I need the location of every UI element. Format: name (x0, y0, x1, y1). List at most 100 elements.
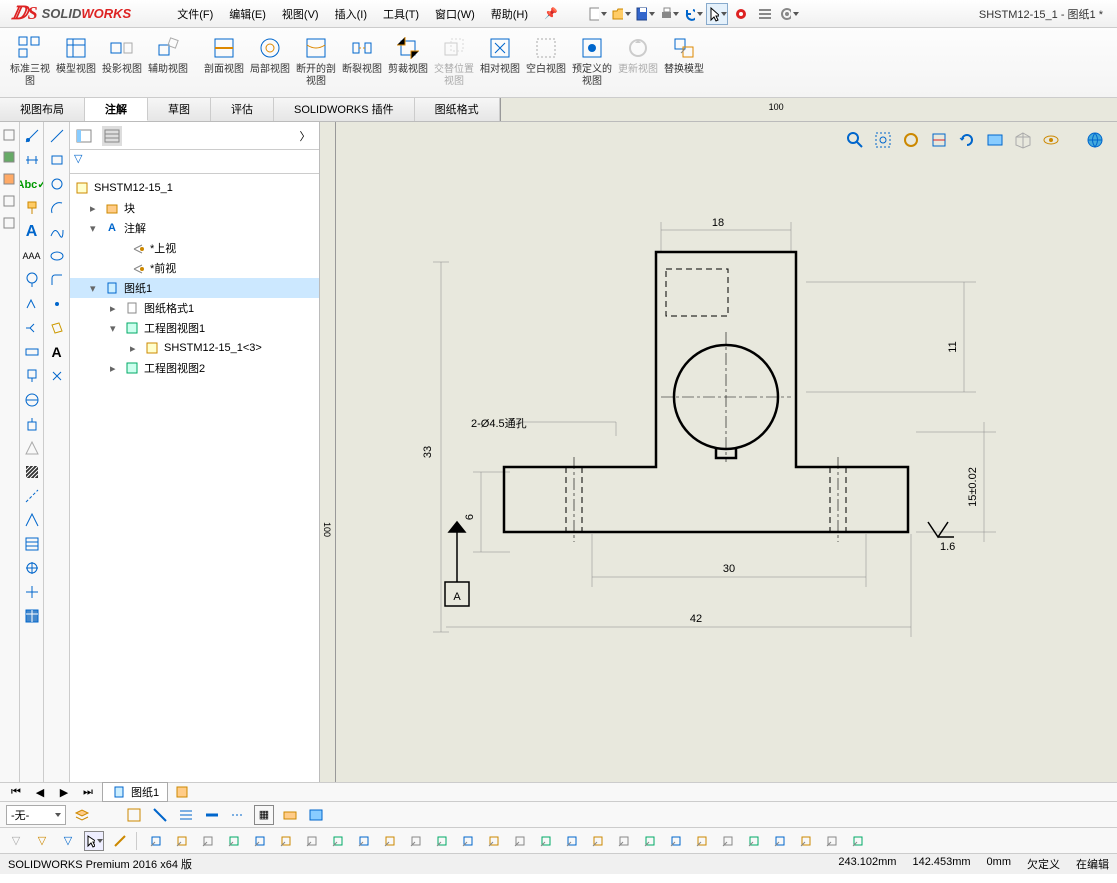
tool-formatpaint[interactable] (22, 198, 42, 218)
ribbon-modelview[interactable]: 模型视图 (54, 32, 98, 78)
filter-btn-10[interactable] (406, 831, 426, 851)
ribbon-projview[interactable]: 投影视图 (100, 32, 144, 78)
tool-centerline[interactable] (22, 486, 42, 506)
tree-frontview[interactable]: *前视 (70, 258, 319, 278)
ribbon-brokensection[interactable]: 断开的剖视图 (294, 32, 338, 90)
undo-button[interactable] (682, 3, 704, 25)
tab-sketch[interactable]: 草图 (148, 98, 211, 121)
sketch-fillet[interactable] (47, 270, 67, 290)
filter-btn-26[interactable] (822, 831, 842, 851)
filter-btn-1[interactable] (172, 831, 192, 851)
lineformat-icon-7[interactable] (280, 805, 300, 825)
menu-file[interactable]: 文件(F) (169, 2, 221, 26)
tool-surfacefinish[interactable] (22, 294, 42, 314)
ribbon-sectionview[interactable]: 剖面视图 (202, 32, 246, 78)
tab-evaluate[interactable]: 评估 (211, 98, 274, 121)
lineformat-icon-8[interactable] (306, 805, 326, 825)
tool-gtol[interactable] (22, 342, 42, 362)
sheet-add[interactable] (172, 782, 192, 802)
filter-btn-0[interactable] (146, 831, 166, 851)
filter-btn-3[interactable] (224, 831, 244, 851)
filter-toggle-icon[interactable]: ▽ (32, 831, 52, 851)
tool-warning-icon[interactable] (22, 438, 42, 458)
tool-datumtarget[interactable] (22, 390, 42, 410)
tab-sheetformat[interactable]: 图纸格式 (415, 98, 500, 121)
tool-centermark[interactable] (22, 558, 42, 578)
filter-clear-icon[interactable]: ▽ (6, 831, 26, 851)
filter-btn-27[interactable] (848, 831, 868, 851)
filter-btn-16[interactable] (562, 831, 582, 851)
tool-dimension[interactable] (22, 126, 42, 146)
new-button[interactable] (586, 3, 608, 25)
filter-cursor-icon[interactable] (84, 831, 104, 851)
print-button[interactable] (658, 3, 680, 25)
layer-props-icon[interactable] (72, 805, 92, 825)
tool-hatch[interactable] (22, 462, 42, 482)
tool-spellcheck[interactable]: Abc✓ (22, 174, 42, 194)
filter-btn-14[interactable] (510, 831, 530, 851)
rebuild-button[interactable] (730, 3, 752, 25)
lineformat-icon-5[interactable] (228, 805, 248, 825)
menu-insert[interactable]: 插入(I) (327, 2, 375, 26)
tool-datum[interactable] (22, 366, 42, 386)
tool-centermarkline[interactable] (22, 582, 42, 602)
tab-viewlayout[interactable]: 视图布局 (0, 98, 85, 121)
layer-dropdown[interactable]: -无- (6, 805, 66, 825)
filter-btn-15[interactable] (536, 831, 556, 851)
filter-btn-13[interactable] (484, 831, 504, 851)
filter-btn-6[interactable] (302, 831, 322, 851)
filter-btn-19[interactable] (640, 831, 660, 851)
menu-tools[interactable]: 工具(T) (375, 2, 427, 26)
ribbon-localview[interactable]: 局部视图 (248, 32, 292, 78)
filter-btn-11[interactable] (432, 831, 452, 851)
sketch-ellipse[interactable] (47, 246, 67, 266)
sheet-nav-last[interactable]: ⏭ (78, 782, 98, 802)
menu-edit[interactable]: 编辑(E) (221, 2, 274, 26)
filter-btn-7[interactable] (328, 831, 348, 851)
filter-btn-25[interactable] (796, 831, 816, 851)
tree-blocks[interactable]: ▸块 (70, 198, 319, 218)
filter-btn-23[interactable] (744, 831, 764, 851)
ribbon-predefview[interactable]: 预定义的视图 (570, 32, 614, 90)
options-button[interactable] (754, 3, 776, 25)
sketch-point[interactable] (47, 294, 67, 314)
ribbon-std3view[interactable]: 标准三视图 (8, 32, 52, 90)
tree-sheetformat1[interactable]: ▸图纸格式1 (70, 298, 319, 318)
drawing-canvas[interactable]: 18 33 11 6 30 42 15±0.02 2-Ø4.5通孔 1.6 A (336, 122, 1117, 782)
lineformat-icon-3[interactable] (176, 805, 196, 825)
save-button[interactable] (634, 3, 656, 25)
dock-icon-1[interactable] (2, 128, 18, 144)
menu-view[interactable]: 视图(V) (274, 2, 327, 26)
filter-btn-12[interactable] (458, 831, 478, 851)
filter-btn-5[interactable] (276, 831, 296, 851)
sheet-nav-prev[interactable]: ◀ (30, 782, 50, 802)
lineformat-icon-2[interactable] (150, 805, 170, 825)
tab-swaddins[interactable]: SOLIDWORKS 插件 (274, 98, 415, 121)
sheet-nav-next[interactable]: ▶ (54, 782, 74, 802)
sketch-spline[interactable] (47, 222, 67, 242)
ribbon-breakview[interactable]: 断裂视图 (340, 32, 384, 78)
lineformat-icon-6[interactable]: ▦ (254, 805, 274, 825)
tree-filter-icon[interactable]: ▽ (74, 152, 315, 165)
dock-icon-3[interactable] (2, 172, 18, 188)
dock-icon-5[interactable] (2, 216, 18, 232)
filter-btn-4[interactable] (250, 831, 270, 851)
filter-btn-22[interactable] (718, 831, 738, 851)
tree-partref[interactable]: ▸SHSTM12-15_1<3> (70, 338, 319, 358)
filter-btn-2[interactable] (198, 831, 218, 851)
menu-help[interactable]: 帮助(H) (483, 2, 536, 26)
ribbon-emptyview[interactable]: 空白视图 (524, 32, 568, 78)
tool-smartdim[interactable] (22, 150, 42, 170)
filter-vertex-icon[interactable]: ▽ (58, 831, 78, 851)
tool-balloon[interactable] (22, 270, 42, 290)
tool-cosmetic[interactable] (22, 510, 42, 530)
filter-btn-8[interactable] (354, 831, 374, 851)
filter-btn-9[interactable] (380, 831, 400, 851)
lineformat-icon-1[interactable] (124, 805, 144, 825)
menu-pin-icon[interactable]: 📌 (536, 3, 566, 24)
ribbon-replacemodel[interactable]: 替换模型 (662, 32, 706, 78)
tool-note[interactable]: A (22, 222, 42, 242)
sketch-trim[interactable] (47, 366, 67, 386)
sheet-tab-1[interactable]: 图纸1 (102, 782, 168, 802)
sketch-arc[interactable] (47, 198, 67, 218)
